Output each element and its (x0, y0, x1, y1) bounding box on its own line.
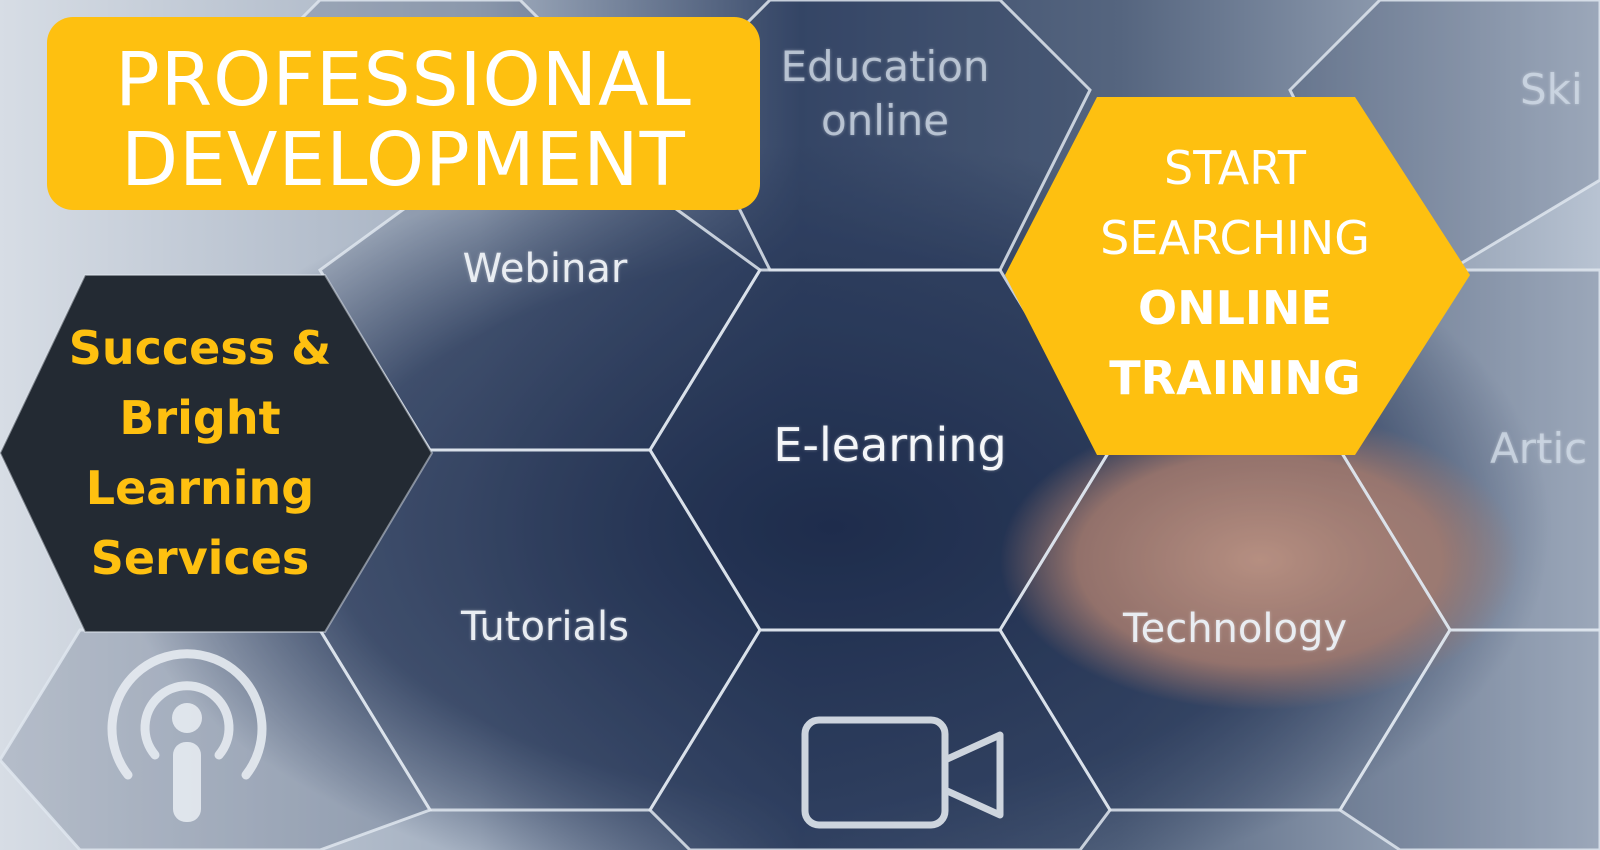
brand-line-3: Learning (85, 461, 315, 515)
brand-line-2: Bright (119, 391, 281, 445)
title-line-2: DEVELOPMENT (121, 117, 686, 203)
brand-line-1: Success & (68, 321, 332, 375)
cta-line-1[interactable]: START (1035, 133, 1435, 203)
cta-line-2[interactable]: SEARCHING (1035, 203, 1435, 273)
title-line-1: PROFESSIONAL (115, 37, 692, 123)
brand-hex-text: Success & Bright Learning Services (40, 313, 360, 593)
label-skills-partial: Ski (1520, 65, 1583, 114)
label-education-line-1: Education (780, 42, 990, 91)
label-education: Education online (770, 40, 1000, 148)
brand-line-4: Services (90, 531, 310, 585)
label-elearning: E-learning (773, 418, 1007, 472)
cta-line-3[interactable]: ONLINE (1035, 273, 1435, 343)
label-education-line-2: online (820, 96, 950, 145)
label-webinar: Webinar (462, 246, 628, 292)
label-articles-partial: Artic (1490, 424, 1588, 473)
title-banner: PROFESSIONAL DEVELOPMENT (47, 17, 760, 210)
cta-line-4[interactable]: TRAINING (1035, 343, 1435, 413)
label-tutorials: Tutorials (461, 604, 629, 650)
label-technology: Technology (1122, 606, 1348, 652)
